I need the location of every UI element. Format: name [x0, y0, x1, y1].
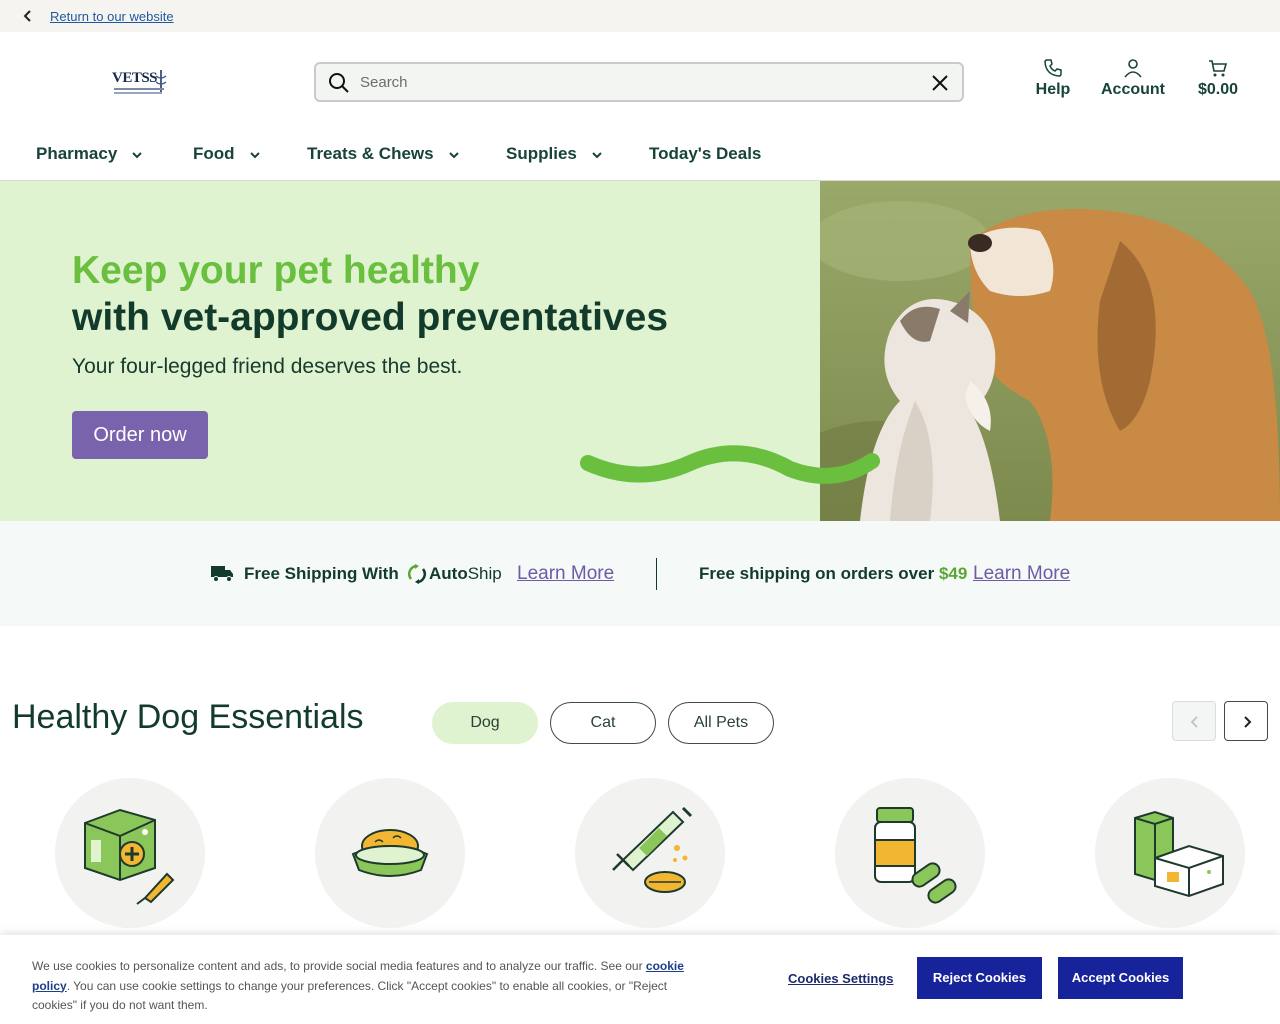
cookies-settings-button[interactable]: Cookies Settings — [788, 971, 893, 986]
chevron-right-icon — [1244, 716, 1252, 728]
nav-item-label: Supplies — [506, 144, 577, 163]
hero-subtitle: Your four-legged friend deserves the bes… — [72, 355, 463, 378]
filter-all-pets[interactable]: All Pets — [668, 702, 774, 744]
main-nav: Pharmacy Food Treats & Chews Supplies To… — [0, 132, 1280, 181]
cookie-text-before: We use cookies to personalize content an… — [32, 959, 646, 973]
accept-cookies-button[interactable]: Accept Cookies — [1058, 957, 1183, 999]
category-card[interactable] — [575, 778, 725, 928]
chevron-left-icon[interactable] — [20, 8, 36, 24]
return-to-website-link[interactable]: Return to our website — [50, 9, 174, 24]
reject-cookies-button[interactable]: Reject Cookies — [917, 957, 1042, 999]
nav-item-treats-chews[interactable]: Treats & Chews — [307, 144, 460, 164]
cart-icon — [1209, 60, 1228, 77]
search-icon[interactable] — [328, 72, 350, 94]
truck-icon — [211, 566, 233, 582]
autoship-brand-rest: Ship — [467, 564, 502, 583]
chevron-left-icon — [1190, 716, 1198, 728]
autoship-text: Free Shipping With — [244, 564, 399, 583]
search-input[interactable] — [360, 70, 920, 94]
free-shipping-threshold: Free shipping on orders over $49 — [699, 564, 967, 584]
category-card[interactable] — [55, 778, 205, 928]
cart-button[interactable]: $0.00 — [1192, 58, 1244, 99]
autoship-brand: AutoShip — [429, 564, 502, 584]
cookie-text-after: . You can use cookie settings to change … — [32, 978, 668, 1013]
clear-search-icon[interactable] — [930, 73, 950, 93]
autoship-icon — [408, 564, 426, 584]
nav-item-supplies[interactable]: Supplies — [506, 144, 603, 164]
help-label: Help — [1035, 81, 1071, 98]
nav-item-label: Treats & Chews — [307, 144, 434, 163]
carousel-prev-button[interactable] — [1172, 701, 1216, 741]
cookie-message: We use cookies to personalize content an… — [32, 957, 712, 1016]
logo-text: VETSS — [112, 70, 158, 86]
nav-item-label: Today's Deals — [649, 144, 762, 163]
order-now-button[interactable]: Order now — [72, 411, 208, 459]
top-bar: Return to our website — [0, 0, 1280, 32]
pill-bottle-icon — [874, 807, 957, 904]
threshold-price: $49 — [938, 564, 968, 583]
section-title: Healthy Dog Essentials — [12, 698, 364, 736]
food-bowl-icon — [351, 829, 429, 877]
nav-item-food[interactable]: Food — [193, 144, 261, 164]
nav-item-label: Food — [193, 144, 235, 163]
dog-and-kitten-photo — [820, 181, 1280, 521]
account-label: Account — [1101, 81, 1165, 98]
account-button[interactable]: Account — [1098, 58, 1168, 99]
nav-item-todays-deals[interactable]: Today's Deals — [649, 144, 761, 164]
hero-banner: Keep your pet healthy with vet-approved … — [0, 181, 1280, 521]
filter-cat[interactable]: Cat — [550, 702, 656, 744]
threshold-text: Free shipping on orders over — [699, 564, 935, 583]
autoship-learn-more-link[interactable]: Learn More — [517, 563, 614, 585]
hero-headline: Keep your pet healthy with vet-approved … — [72, 247, 668, 341]
carousel-next-button[interactable] — [1224, 701, 1268, 741]
category-card[interactable] — [315, 778, 465, 928]
cart-total: $0.00 — [1197, 81, 1239, 98]
flea-tick-medication-icon — [84, 808, 175, 905]
shipping-strip: Free Shipping With AutoShip Learn More F… — [0, 521, 1280, 626]
chevron-down-icon — [249, 151, 260, 158]
green-brush-stroke — [580, 445, 880, 484]
help-button[interactable]: Help — [1032, 58, 1074, 99]
syringe-pill-icon — [612, 806, 693, 893]
hero-headline-line1: Keep your pet healthy — [72, 249, 480, 292]
chevron-down-icon — [132, 151, 142, 158]
hero-headline-line2: with vet-approved preventatives — [72, 296, 669, 339]
search-bar — [314, 62, 964, 102]
autoship-brand-bold: Auto — [429, 564, 468, 583]
phone-icon — [1044, 59, 1062, 77]
chevron-down-icon — [592, 151, 602, 158]
nav-item-label: Pharmacy — [36, 144, 118, 163]
divider — [656, 558, 657, 590]
category-card[interactable] — [1095, 778, 1245, 928]
shipping-learn-more-link[interactable]: Learn More — [973, 563, 1070, 585]
chevron-down-icon — [448, 151, 459, 158]
cookie-banner: We use cookies to personalize content an… — [0, 935, 1280, 1024]
category-card[interactable] — [835, 778, 985, 928]
supply-boxes-icon — [1134, 810, 1224, 898]
user-icon — [1124, 59, 1142, 78]
filter-dog[interactable]: Dog — [432, 702, 538, 744]
nav-item-pharmacy[interactable]: Pharmacy — [36, 144, 143, 164]
